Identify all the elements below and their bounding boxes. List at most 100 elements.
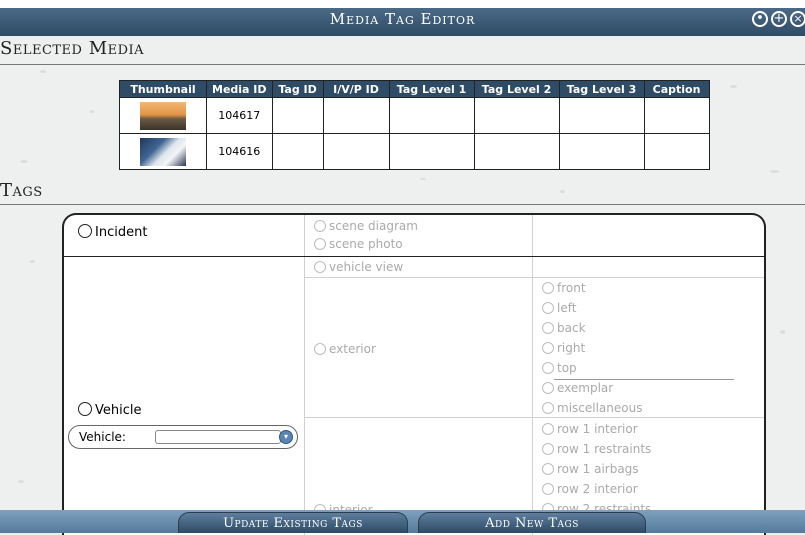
- section-divider: [0, 204, 805, 205]
- radio-icon: [314, 261, 326, 273]
- vehicle-label: Vehicle: [95, 403, 142, 418]
- miscellaneous-radio[interactable]: miscellaneous: [542, 401, 642, 415]
- vehicle-radio[interactable]: Vehicle: [78, 402, 142, 418]
- thumbnail-cell: [119, 133, 207, 170]
- row-divider: [64, 256, 764, 257]
- window-title: Media Tag Editor: [329, 10, 476, 28]
- incident-label: Incident: [95, 225, 148, 240]
- col-tag-level-3[interactable]: Tag Level 3: [558, 80, 645, 98]
- ivp-id-cell: [322, 133, 390, 170]
- table-header-row: Thumbnail Media ID Tag ID I/V/P ID Tag L…: [119, 80, 710, 98]
- media-id-cell: 104617: [206, 97, 273, 134]
- vehicle-field-label: Vehicle:: [79, 430, 126, 444]
- row-2-interior-radio[interactable]: row 2 interior: [542, 482, 638, 496]
- scene-diagram-radio[interactable]: scene diagram: [314, 219, 418, 233]
- radio-icon: [314, 343, 326, 355]
- row-2-interior-label: row 2 interior: [557, 482, 638, 496]
- radio-icon: [78, 224, 92, 238]
- right-radio[interactable]: right: [542, 341, 585, 355]
- radio-icon: [542, 342, 554, 354]
- col-media-id[interactable]: Media ID: [206, 80, 273, 98]
- col-thumbnail[interactable]: Thumbnail: [119, 80, 207, 98]
- update-existing-tags-button[interactable]: Update Existing Tags: [178, 512, 408, 533]
- back-radio[interactable]: back: [542, 321, 586, 335]
- tags-heading: Tags: [0, 180, 43, 201]
- col-tag-level-2[interactable]: Tag Level 2: [473, 80, 560, 98]
- vehicle-input[interactable]: [155, 430, 281, 444]
- radio-icon: [542, 463, 554, 475]
- minimize-icon[interactable]: •: [752, 11, 768, 27]
- chevron-down-icon[interactable]: ▾: [279, 430, 293, 444]
- vehicle-view-radio[interactable]: vehicle view: [314, 260, 403, 274]
- radio-icon: [542, 483, 554, 495]
- snow-thumbnail[interactable]: [140, 137, 186, 166]
- row-1-restraints-radio[interactable]: row 1 restraints: [542, 442, 651, 456]
- col-tag-id[interactable]: Tag ID: [271, 80, 324, 98]
- ivp-id-cell: [322, 97, 390, 134]
- column-divider: [304, 215, 305, 535]
- left-label: left: [557, 301, 577, 315]
- radio-icon: [542, 282, 554, 294]
- thumbnail-cell: [119, 97, 207, 134]
- radio-icon: [542, 382, 554, 394]
- tag-level-2-cell: [473, 97, 560, 134]
- exterior-label: exterior: [329, 342, 376, 356]
- caption-cell: [643, 97, 710, 134]
- radio-icon: [542, 302, 554, 314]
- tag-level-1-cell: [388, 97, 475, 134]
- tag-level-3-cell: [558, 97, 645, 134]
- row-1-airbags-radio[interactable]: row 1 airbags: [542, 462, 639, 476]
- table-row[interactable]: 104617: [119, 97, 710, 134]
- top-label: top: [557, 361, 577, 375]
- radio-icon: [78, 402, 92, 416]
- col-ivp-id[interactable]: I/V/P ID: [322, 80, 390, 98]
- miscellaneous-label: miscellaneous: [557, 401, 643, 415]
- incident-radio[interactable]: Incident: [78, 224, 147, 240]
- row-divider: [304, 277, 764, 278]
- col-tag-level-1[interactable]: Tag Level 1: [388, 80, 475, 98]
- exemplar-label: exemplar: [557, 381, 614, 395]
- media-id-cell: 104616: [206, 133, 273, 170]
- back-label: back: [557, 321, 586, 335]
- radio-icon: [542, 423, 554, 435]
- maximize-icon[interactable]: +: [771, 11, 787, 27]
- exterior-radio[interactable]: exterior: [314, 342, 376, 356]
- radio-icon: [314, 238, 326, 250]
- scene-photo-radio[interactable]: scene photo: [314, 237, 403, 251]
- radio-icon: [542, 362, 554, 374]
- vehicle-selector: Vehicle: ▾: [68, 425, 298, 449]
- section-divider: [0, 64, 805, 65]
- row-divider: [554, 379, 734, 380]
- title-bar: Media Tag Editor • + ×: [0, 0, 805, 36]
- row-divider: [304, 417, 764, 418]
- column-divider: [532, 215, 533, 535]
- top-radio[interactable]: top: [542, 361, 577, 375]
- tag-id-cell: [271, 133, 324, 170]
- radio-icon: [542, 322, 554, 334]
- add-new-tags-button[interactable]: Add New Tags: [418, 512, 646, 533]
- tag-level-2-cell: [473, 133, 560, 170]
- table-row[interactable]: 104616: [119, 133, 710, 170]
- exemplar-radio[interactable]: exemplar: [542, 381, 613, 395]
- radio-icon: [542, 443, 554, 455]
- left-radio[interactable]: left: [542, 301, 576, 315]
- media-table: Thumbnail Media ID Tag ID I/V/P ID Tag L…: [119, 80, 710, 170]
- tag-id-cell: [271, 97, 324, 134]
- scene-photo-label: scene photo: [329, 237, 403, 251]
- tag-level-3-cell: [558, 133, 645, 170]
- selected-media-heading: Selected Media: [0, 38, 145, 59]
- row-1-airbags-label: row 1 airbags: [557, 462, 639, 476]
- row-1-interior-radio[interactable]: row 1 interior: [542, 422, 638, 436]
- col-caption[interactable]: Caption: [643, 80, 710, 98]
- close-icon[interactable]: ×: [790, 11, 805, 27]
- row-1-restraints-label: row 1 restraints: [557, 442, 652, 456]
- vehicle-view-label: vehicle view: [329, 260, 404, 274]
- scene-diagram-label: scene diagram: [329, 219, 418, 233]
- sunset-thumbnail[interactable]: [140, 101, 186, 130]
- row-1-interior-label: row 1 interior: [557, 422, 638, 436]
- front-radio[interactable]: front: [542, 281, 586, 295]
- caption-cell: [643, 133, 710, 170]
- tag-level-1-cell: [388, 133, 475, 170]
- radio-icon: [542, 402, 554, 414]
- right-label: right: [557, 341, 586, 355]
